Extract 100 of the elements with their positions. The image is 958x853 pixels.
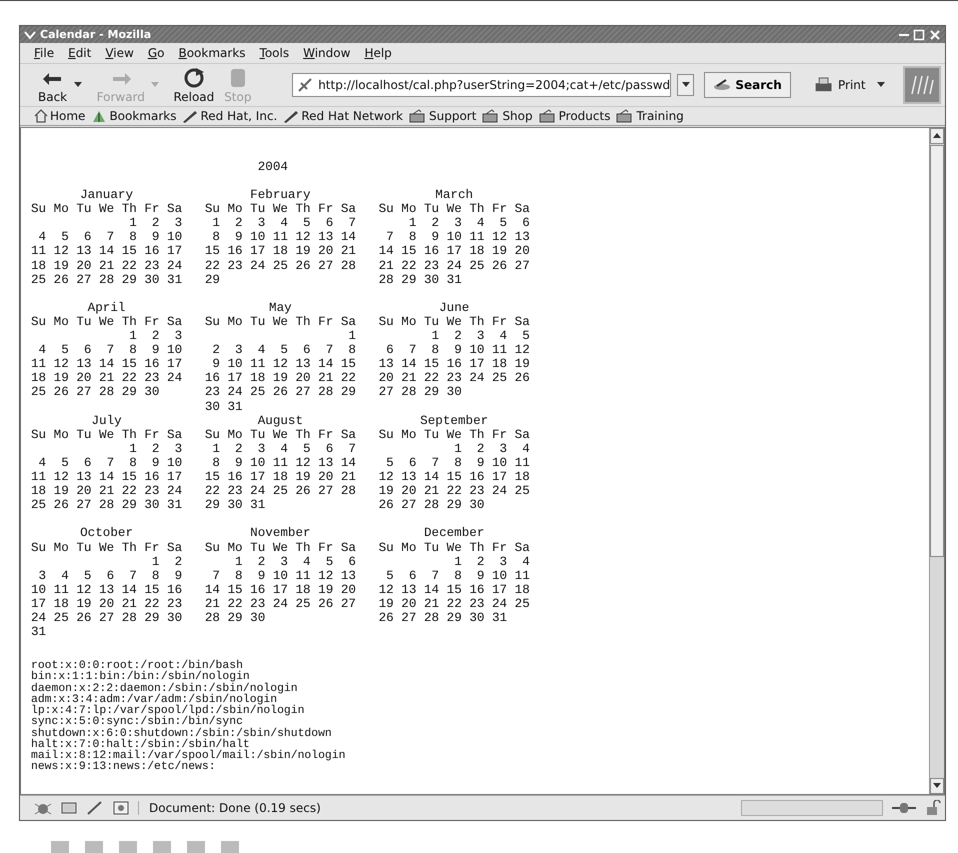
menu-item[interactable]: Window: [303, 46, 350, 60]
weekday-header: Su Mo Tu We Th Fr Sa: [378, 314, 530, 330]
menu-item[interactable]: File: [34, 46, 54, 60]
scroll-up-icon[interactable]: [933, 133, 941, 139]
week-row: 10 11 12 13 14 15 16: [31, 582, 182, 597]
weekday-header: Su Mo Tu We Th Fr Sa: [31, 314, 182, 330]
scroll-down-icon[interactable]: [933, 783, 941, 790]
week-row: 20 21 22 23 24 25 26: [378, 371, 530, 386]
address-field[interactable]: http://localhost/cal.php?userString=2004;cat+/etc/passwd: [292, 73, 672, 97]
panel-icon: [151, 839, 173, 853]
week-row: 14 15 16 17 18 19 20: [378, 244, 530, 259]
caret-icon: [151, 82, 160, 88]
nav-button[interactable]: Reload: [169, 66, 216, 104]
menu-item[interactable]: Go: [148, 46, 164, 60]
weekday-header: Su Mo Tu We Th Fr Sa: [31, 540, 182, 555]
print-button[interactable]: Print: [808, 75, 870, 95]
week-row: 22 23 24 25 26 27 28: [204, 258, 356, 273]
menu-item[interactable]: View: [105, 46, 134, 60]
bookmark-link[interactable]: Training: [616, 109, 684, 123]
week-row-text: 1: [347, 329, 356, 344]
passwd-line: adm:x:3:4:adm:/var/adm:/sbin/nologin: [31, 694, 278, 706]
week-row: 21 22 23 24 25 26 27: [378, 258, 530, 273]
week-row-text: 29: [204, 272, 221, 287]
week-row-text: 1 2 3 4 5: [430, 329, 530, 344]
bookmarks-icon: [91, 109, 108, 123]
menu-item[interactable]: Help: [364, 46, 392, 60]
pencil-icon: [283, 109, 300, 123]
week-row: 13 14 15 16 17 18 19: [378, 357, 530, 372]
pencil-icon: [182, 109, 198, 123]
weekday-header: Su Mo Tu We Th Fr Sa: [378, 428, 530, 442]
week-row: 24 25 26 27 28 29 30: [31, 611, 182, 626]
week-row: 17 18 19 20 21 22 23: [31, 596, 182, 612]
week-row-text: 28 29 30: [204, 611, 266, 626]
nav-button[interactable]: Back: [34, 66, 89, 104]
panel-icon: [49, 839, 71, 853]
house-icon: [34, 109, 48, 123]
week-row-text: 8 9 10 11 12 13 14: [211, 456, 356, 470]
caret-icon: [74, 82, 82, 88]
panel-icon: [219, 839, 241, 853]
weekday-header: Su Mo Tu We Th Fr Sa: [204, 428, 356, 442]
week-row-text: 28 29 30 31: [378, 272, 463, 287]
weekday-header: Su Mo Tu We Th Fr Sa: [31, 428, 182, 442]
weekday-header: Su Mo Tu We Th Fr Sa: [378, 540, 530, 555]
panel-icon: [185, 839, 207, 853]
bookmark-link[interactable]: Shop: [482, 109, 533, 123]
bookmark-link[interactable]: Red Hat, Inc.: [182, 109, 278, 123]
passwd-line: daemon:x:2:2:daemon:/sbin:/sbin/nologin: [31, 684, 299, 695]
bookmark-link[interactable]: Products: [538, 109, 610, 123]
bookmark-link[interactable]: Home: [34, 109, 86, 123]
month-name: April: [86, 300, 126, 315]
folder-icon: [538, 109, 557, 123]
bookmark-link[interactable]: Support: [409, 109, 476, 123]
week-row: 19 20 21 22 23 24 25: [378, 484, 530, 498]
week-row-text: 1 2 3: [128, 442, 182, 456]
folder-icon: [482, 109, 500, 123]
week-row-text: 4 5 6 7 8 9 10: [38, 456, 182, 470]
week-row: 15 16 17 18 19 20 21: [204, 470, 356, 484]
scrollbar[interactable]: [929, 128, 944, 794]
month-name: August: [256, 414, 304, 428]
week-row: 12 13 14 15 16 17 18: [378, 470, 530, 484]
month-name: July: [90, 414, 122, 428]
folder-icon: [409, 109, 427, 123]
month-name: December: [422, 526, 486, 541]
menu-item[interactable]: Edit: [68, 46, 92, 60]
week-row: 25 26 27 28 29 30 31: [31, 272, 182, 287]
minimize-icon: [899, 34, 909, 36]
week-row-text: 26 27 28 29 30 31: [378, 611, 508, 626]
week-row-text: 1 2: [150, 554, 182, 569]
menu-item[interactable]: Tools: [260, 46, 290, 60]
week-row-text: 1 2 3 4 5 6: [234, 554, 356, 569]
passwd-line: shutdown:x:6:0:shutdown:/sbin:/sbin/shutdown: [31, 728, 333, 740]
week-row-text: 27 28 29 30: [378, 385, 463, 400]
menu-caret-icon: [24, 28, 36, 40]
week-row: 23 24 25 26 27 28 29: [204, 385, 356, 400]
week-row-text: 4 5 6 7 8 9 10: [38, 230, 182, 244]
week-row: 18 19 20 21 22 23 24: [31, 258, 182, 273]
week-row-text: 8 9 10 11 12 13 14: [211, 230, 356, 244]
week-row: 11 12 13 14 15 16 17: [31, 470, 182, 484]
week-row: 19 20 21 22 23 24 25: [378, 596, 530, 612]
bookmark-link[interactable]: Bookmarks: [91, 109, 176, 123]
week-row-text: 30 31: [204, 400, 244, 414]
weekday-header: Su Mo Tu We Th Fr Sa: [378, 202, 530, 216]
search-button[interactable]: Search: [704, 72, 791, 98]
history-dropdown[interactable]: [677, 74, 694, 96]
weekday-header: Su Mo Tu We Th Fr Sa: [204, 202, 356, 216]
close-icon: [929, 28, 941, 40]
menu-item[interactable]: Bookmarks: [178, 46, 246, 60]
week-row-text: 1 2 3: [128, 216, 182, 230]
bookmark-link[interactable]: Red Hat Network: [283, 109, 403, 123]
pen-icon: [86, 800, 104, 816]
mail-icon: [60, 800, 78, 816]
week-row: 22 23 24 25 26 27 28: [204, 484, 356, 498]
week-row: 14 15 16 17 18 19 20: [204, 582, 356, 597]
week-row: 21 22 23 24 25 26 27: [204, 596, 356, 612]
window-title: Calendar - Mozilla: [40, 28, 152, 41]
passwd-line: halt:x:7:0:halt:/sbin:/sbin/halt: [31, 740, 250, 751]
week-row: 15 16 17 18 19 20 21: [204, 244, 356, 259]
week-row-text: 1 2 3 4 5 6 7: [211, 216, 356, 230]
week-row-text: 1 2 3 4: [453, 442, 530, 456]
passwd-line: sync:x:5:0:sync:/sbin:/bin/sync: [31, 717, 243, 728]
